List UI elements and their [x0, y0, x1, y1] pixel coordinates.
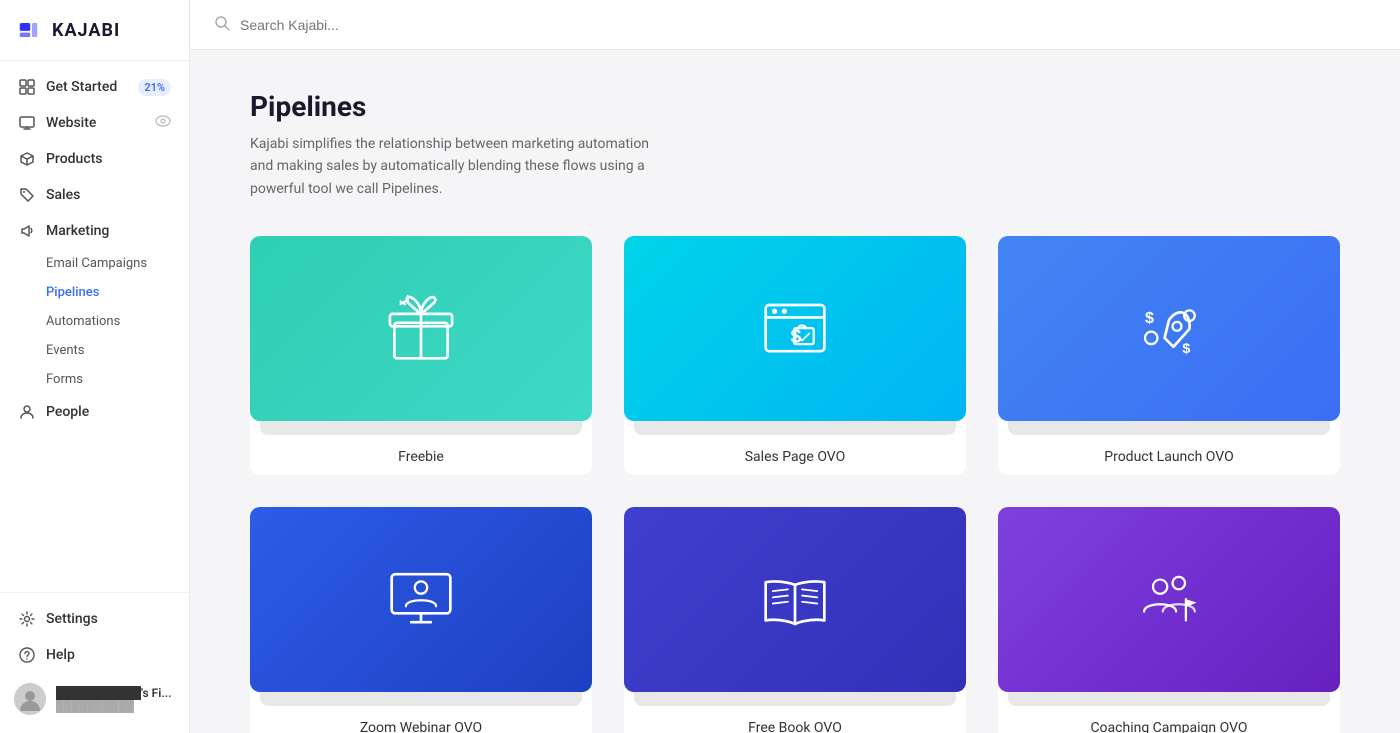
sidebar-item-label: Products — [46, 151, 103, 167]
pipeline-card-coaching[interactable]: Coaching Campaign OVO — [998, 507, 1340, 733]
sidebar-item-label: Sales — [46, 187, 80, 203]
avatar — [14, 683, 46, 715]
sidebar-item-settings[interactable]: Settings — [0, 601, 189, 637]
card-label-coaching: Coaching Campaign OVO — [998, 720, 1340, 733]
user-details: ██████████'s Fi... ██████████ — [56, 686, 175, 713]
grid-icon — [18, 78, 36, 96]
sidebar-item-products[interactable]: Products — [0, 141, 189, 177]
pipeline-card-freebie[interactable]: Freebie — [250, 236, 592, 475]
eye-icon — [155, 115, 171, 131]
card-image-salespage: $ — [624, 236, 966, 421]
megaphone-icon — [18, 222, 36, 240]
sidebar-item-label: Get Started — [46, 79, 117, 95]
content-area: Pipelines Kajabi simplifies the relation… — [190, 50, 1400, 733]
question-icon — [18, 646, 36, 664]
sidebar-item-label: People — [46, 404, 89, 420]
card-shadow-freebie — [260, 421, 582, 435]
sidebar-item-people[interactable]: People — [0, 394, 189, 430]
svg-text:$: $ — [1182, 341, 1190, 357]
search-input[interactable] — [240, 17, 460, 33]
sales-page-icon: $ — [755, 289, 835, 369]
user-sub: ██████████ — [56, 700, 175, 713]
sidebar-item-help[interactable]: Help — [0, 637, 189, 673]
search-icon — [214, 15, 230, 35]
sidebar-item-marketing[interactable]: Marketing — [0, 213, 189, 249]
page-description: Kajabi simplifies the relationship betwe… — [250, 133, 670, 200]
sidebar-item-label: Website — [46, 115, 96, 131]
book-icon — [755, 560, 835, 640]
logo-icon — [18, 16, 46, 44]
gear-icon — [18, 610, 36, 628]
pipeline-card-freebook[interactable]: Free Book OVO — [624, 507, 966, 733]
sidebar-item-label: Help — [46, 647, 75, 663]
product-launch-icon: $ $ — [1129, 289, 1209, 369]
page-title: Pipelines — [250, 90, 1340, 123]
sidebar: KAJABI Get Started 21% — [0, 0, 190, 733]
card-shadow-freebook — [634, 692, 956, 706]
sidebar-subitem-pipelines[interactable]: Pipelines — [0, 278, 189, 307]
pipeline-card-sales-page[interactable]: $ Sales Page OVO — [624, 236, 966, 475]
sidebar-item-label: Marketing — [46, 223, 109, 239]
sidebar-subitem-email-campaigns[interactable]: Email Campaigns — [0, 249, 189, 278]
card-label-freebook: Free Book OVO — [624, 720, 966, 733]
card-label-webinar: Zoom Webinar OVO — [250, 720, 592, 733]
pipeline-card-webinar[interactable]: Zoom Webinar OVO — [250, 507, 592, 733]
sidebar-nav: Get Started 21% Website — [0, 61, 189, 592]
card-shadow-webinar — [260, 692, 582, 706]
card-image-productlaunch: $ $ — [998, 236, 1340, 421]
card-shadow-productlaunch — [1008, 421, 1330, 435]
tag-icon — [18, 186, 36, 204]
pipeline-card-product-launch[interactable]: $ $ Product Launch OVO — [998, 236, 1340, 475]
sidebar-bottom: Settings Help ████ — [0, 592, 189, 733]
sidebar-item-get-started[interactable]: Get Started 21% — [0, 69, 189, 105]
sidebar-item-label: Settings — [46, 611, 98, 627]
box-icon — [18, 150, 36, 168]
card-label-productlaunch: Product Launch OVO — [998, 449, 1340, 475]
user-name: ██████████'s Fi... — [56, 686, 175, 700]
webinar-icon — [381, 560, 461, 640]
logo[interactable]: KAJABI — [0, 0, 189, 61]
main-content: Pipelines Kajabi simplifies the relation… — [190, 0, 1400, 733]
get-started-badge: 21% — [138, 79, 171, 96]
card-image-coaching — [998, 507, 1340, 692]
card-label-freebie: Freebie — [250, 449, 592, 475]
person-icon — [18, 403, 36, 421]
coaching-icon — [1129, 560, 1209, 640]
sidebar-item-website[interactable]: Website — [0, 105, 189, 141]
sidebar-subitem-forms[interactable]: Forms — [0, 365, 189, 394]
card-image-freebook — [624, 507, 966, 692]
sidebar-subitem-automations[interactable]: Automations — [0, 307, 189, 336]
card-label-salespage: Sales Page OVO — [624, 449, 966, 475]
card-shadow-salespage — [634, 421, 956, 435]
card-image-webinar — [250, 507, 592, 692]
user-info[interactable]: ██████████'s Fi... ██████████ — [0, 673, 189, 725]
svg-text:$: $ — [1145, 309, 1154, 326]
logo-text: KAJABI — [52, 20, 120, 41]
sidebar-subitem-events[interactable]: Events — [0, 336, 189, 365]
card-image-freebie — [250, 236, 592, 421]
monitor-icon — [18, 114, 36, 132]
card-shadow-coaching — [1008, 692, 1330, 706]
top-bar — [190, 0, 1400, 50]
gift-icon — [381, 289, 461, 369]
sidebar-item-sales[interactable]: Sales — [0, 177, 189, 213]
pipeline-grid: Freebie $ — [250, 236, 1340, 733]
